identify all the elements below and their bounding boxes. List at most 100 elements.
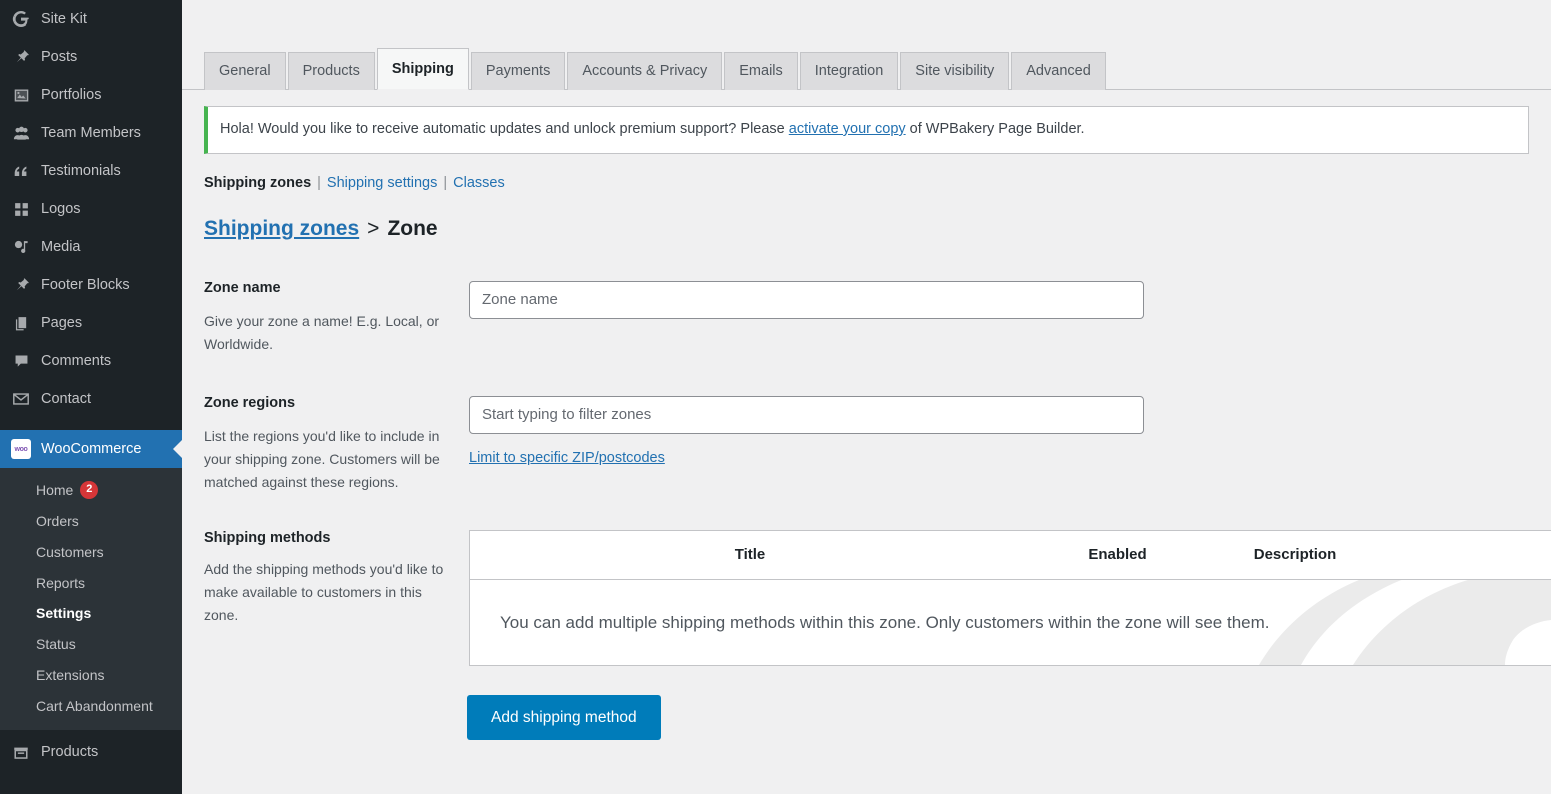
submenu-item-label: Orders bbox=[36, 513, 79, 530]
shipping-methods-heading: Shipping methods bbox=[204, 530, 445, 546]
sidebar-item-label: Site Kit bbox=[41, 12, 87, 27]
zone-name-input[interactable] bbox=[469, 281, 1144, 319]
column-header-enabled: Enabled bbox=[1030, 546, 1205, 563]
shipping-methods-description: Add the shipping methods you'd like to m… bbox=[204, 558, 445, 627]
admin-sidebar: Site Kit Posts Portfolios Team Members T… bbox=[0, 0, 182, 794]
tab-accounts-privacy[interactable]: Accounts & Privacy bbox=[567, 52, 722, 90]
zone-regions-description: List the regions you'd like to include i… bbox=[204, 425, 445, 494]
breadcrumb-separator: > bbox=[367, 217, 379, 241]
pages-icon bbox=[11, 313, 31, 333]
subnav-separator: | bbox=[317, 175, 321, 191]
zone-form: Zone name Give your zone a name! E.g. Lo… bbox=[182, 279, 1551, 740]
tab-integration[interactable]: Integration bbox=[800, 52, 899, 90]
zone-name-row: Zone name Give your zone a name! E.g. Lo… bbox=[182, 279, 1551, 356]
subnav-shipping-settings[interactable]: Shipping settings bbox=[327, 175, 437, 191]
submenu-item-home[interactable]: Home 2 bbox=[0, 474, 182, 506]
pin-icon bbox=[11, 275, 31, 295]
sidebar-item-contact[interactable]: Contact bbox=[0, 380, 182, 418]
tab-site-visibility[interactable]: Site visibility bbox=[900, 52, 1009, 90]
sidebar-item-label: Contact bbox=[41, 392, 91, 407]
submenu-item-cart-abandonment[interactable]: Cart Abandonment bbox=[0, 691, 182, 722]
media-icon bbox=[11, 237, 31, 257]
home-badge-count: 2 bbox=[80, 481, 98, 499]
sidebar-item-label: Products bbox=[41, 745, 98, 760]
sidebar-item-products[interactable]: Products bbox=[0, 734, 182, 772]
wpbakery-notice: Hola! Would you like to receive automati… bbox=[204, 106, 1529, 154]
submenu-item-extensions[interactable]: Extensions bbox=[0, 660, 182, 691]
submenu-item-label: Customers bbox=[36, 544, 104, 561]
tab-emails[interactable]: Emails bbox=[724, 52, 798, 90]
envelope-icon bbox=[11, 389, 31, 409]
zone-regions-labels: Zone regions List the regions you'd like… bbox=[204, 394, 469, 494]
sidebar-item-label: Media bbox=[41, 240, 81, 255]
products-box-icon bbox=[11, 743, 31, 763]
subnav-separator: | bbox=[443, 175, 447, 191]
submenu-item-label: Extensions bbox=[36, 667, 104, 684]
sidebar-item-label: Footer Blocks bbox=[41, 278, 130, 293]
sidebar-item-site-kit[interactable]: Site Kit bbox=[0, 0, 182, 38]
sidebar-item-label: Portfolios bbox=[41, 88, 101, 103]
zone-regions-row: Zone regions List the regions you'd like… bbox=[182, 394, 1551, 494]
sidebar-item-media[interactable]: Media bbox=[0, 228, 182, 266]
sidebar-item-team-members[interactable]: Team Members bbox=[0, 114, 182, 152]
sidebar-item-label: Testimonials bbox=[41, 164, 121, 179]
breadcrumb-shipping-zones-link[interactable]: Shipping zones bbox=[204, 217, 359, 241]
add-shipping-method-button[interactable]: Add shipping method bbox=[467, 695, 661, 740]
submenu-item-settings[interactable]: Settings bbox=[0, 598, 182, 629]
quote-icon bbox=[11, 161, 31, 181]
zone-name-field-wrap bbox=[469, 279, 1551, 356]
activate-copy-link[interactable]: activate your copy bbox=[789, 121, 906, 137]
tab-shipping[interactable]: Shipping bbox=[377, 48, 469, 90]
table-empty-row: You can add multiple shipping methods wi… bbox=[470, 580, 1551, 665]
sidebar-item-comments[interactable]: Comments bbox=[0, 342, 182, 380]
zone-regions-input[interactable] bbox=[469, 396, 1144, 434]
shipping-methods-labels: Shipping methods Add the shipping method… bbox=[204, 530, 469, 666]
woocommerce-submenu: Home 2 Orders Customers Reports Settings… bbox=[0, 468, 182, 730]
tab-payments[interactable]: Payments bbox=[471, 52, 565, 90]
zone-name-description: Give your zone a name! E.g. Local, or Wo… bbox=[204, 310, 445, 356]
submenu-item-status[interactable]: Status bbox=[0, 629, 182, 660]
sidebar-item-testimonials[interactable]: Testimonials bbox=[0, 152, 182, 190]
sidebar-item-logos[interactable]: Logos bbox=[0, 190, 182, 228]
sidebar-item-footer-blocks[interactable]: Footer Blocks bbox=[0, 266, 182, 304]
woocommerce-icon: woo bbox=[11, 439, 31, 459]
tab-general[interactable]: General bbox=[204, 52, 286, 90]
submenu-item-customers[interactable]: Customers bbox=[0, 537, 182, 568]
subnav-classes[interactable]: Classes bbox=[453, 175, 505, 191]
sidebar-item-portfolios[interactable]: Portfolios bbox=[0, 76, 182, 114]
notice-text-after: of WPBakery Page Builder. bbox=[906, 121, 1085, 137]
column-header-title: Title bbox=[470, 546, 1030, 563]
sidebar-item-pages[interactable]: Pages bbox=[0, 304, 182, 342]
settings-tabs: General Products Shipping Payments Accou… bbox=[182, 0, 1551, 90]
sidebar-item-label: Comments bbox=[41, 354, 111, 369]
zone-regions-heading: Zone regions bbox=[204, 394, 445, 413]
notice-text-before: Hola! Would you like to receive automati… bbox=[220, 121, 789, 137]
submenu-item-reports[interactable]: Reports bbox=[0, 568, 182, 599]
submenu-item-label: Settings bbox=[36, 605, 91, 622]
shipping-subnav: Shipping zones | Shipping settings | Cla… bbox=[204, 175, 1551, 191]
shipping-methods-table: Title Enabled Description You can add mu… bbox=[469, 530, 1551, 666]
sidebar-item-label: Posts bbox=[41, 50, 77, 65]
users-icon bbox=[11, 123, 31, 143]
sidebar-item-label: Logos bbox=[41, 202, 81, 217]
submenu-item-orders[interactable]: Orders bbox=[0, 506, 182, 537]
shipping-methods-row: Shipping methods Add the shipping method… bbox=[182, 530, 1551, 666]
grid-icon bbox=[11, 199, 31, 219]
tab-products[interactable]: Products bbox=[288, 52, 375, 90]
pin-icon bbox=[11, 47, 31, 67]
google-g-icon bbox=[11, 9, 31, 29]
sidebar-item-posts[interactable]: Posts bbox=[0, 38, 182, 76]
subnav-shipping-zones[interactable]: Shipping zones bbox=[204, 175, 311, 191]
sidebar-item-woocommerce[interactable]: woo WooCommerce bbox=[0, 430, 182, 468]
breadcrumb-current: Zone bbox=[387, 217, 437, 241]
tab-advanced[interactable]: Advanced bbox=[1011, 52, 1106, 90]
column-header-description: Description bbox=[1205, 546, 1385, 563]
breadcrumb: Shipping zones > Zone bbox=[204, 217, 1551, 241]
zone-name-labels: Zone name Give your zone a name! E.g. Lo… bbox=[204, 279, 469, 356]
submenu-item-label: Home bbox=[36, 482, 73, 499]
table-header-row: Title Enabled Description bbox=[470, 531, 1551, 580]
limit-zip-postcodes-link[interactable]: Limit to specific ZIP/postcodes bbox=[469, 450, 665, 466]
sidebar-item-label: Team Members bbox=[41, 126, 141, 141]
main-content: General Products Shipping Payments Accou… bbox=[182, 0, 1551, 794]
zone-regions-field-wrap: Limit to specific ZIP/postcodes bbox=[469, 394, 1551, 494]
